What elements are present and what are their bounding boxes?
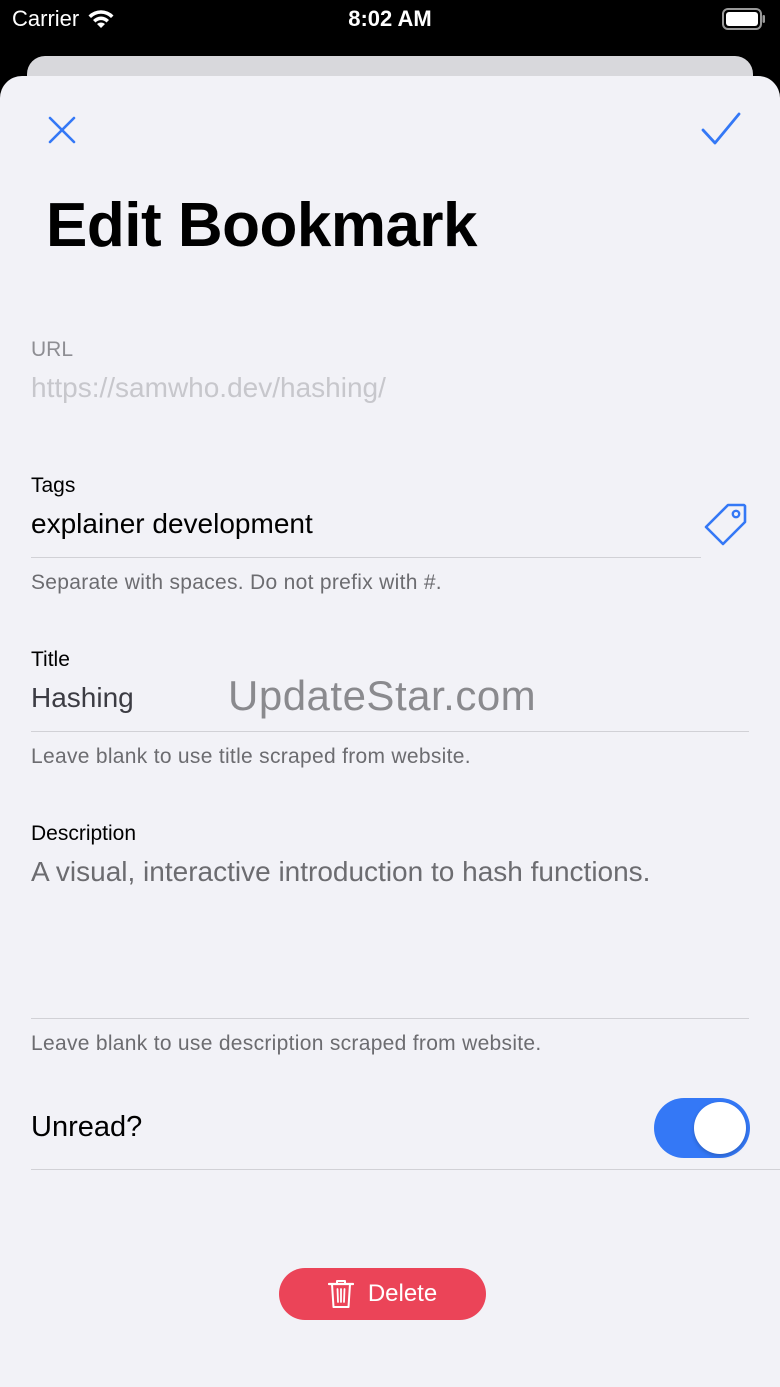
delete-label: Delete [367,1280,438,1307]
title-divider [31,731,749,732]
tag-picker-button[interactable] [702,500,750,548]
toggle-knob [694,1102,746,1154]
tags-label: Tags [31,474,76,497]
status-time: 8:02 AM [348,6,432,31]
tags-help-text: Separate with spaces. Do not prefix with… [31,571,442,594]
description-help-text: Leave blank to use description scraped f… [31,1032,542,1055]
tags-divider [31,557,701,558]
title-help-text: Leave blank to use title scraped from we… [31,745,471,768]
checkmark-icon [701,112,741,145]
close-icon [48,116,76,144]
trash-icon [327,1280,354,1308]
watermark: UpdateStar.com [228,672,537,719]
save-button[interactable] [698,106,744,152]
url-field: https://samwho.dev/hashing/ [31,372,386,403]
unread-divider [31,1169,780,1170]
description-input[interactable]: A visual, interactive introduction to ha… [31,854,751,890]
battery-icon [722,8,765,30]
unread-label: Unread? [31,1111,143,1143]
delete-button[interactable]: Delete [279,1268,486,1320]
status-bar: Carrier 8:02 AM [0,0,780,56]
page-title: Edit Bookmark [46,191,478,260]
unread-toggle[interactable] [654,1098,750,1158]
title-label: Title [31,648,70,671]
close-button[interactable] [40,108,84,152]
description-divider [31,1018,749,1019]
title-input[interactable]: Hashing [31,682,134,714]
tags-input[interactable]: explainer development [31,508,313,540]
edit-bookmark-sheet: Edit Bookmark URL https://samwho.dev/has… [0,76,780,1387]
url-label: URL [31,338,74,361]
tag-icon [704,503,747,546]
description-label: Description [31,822,137,845]
